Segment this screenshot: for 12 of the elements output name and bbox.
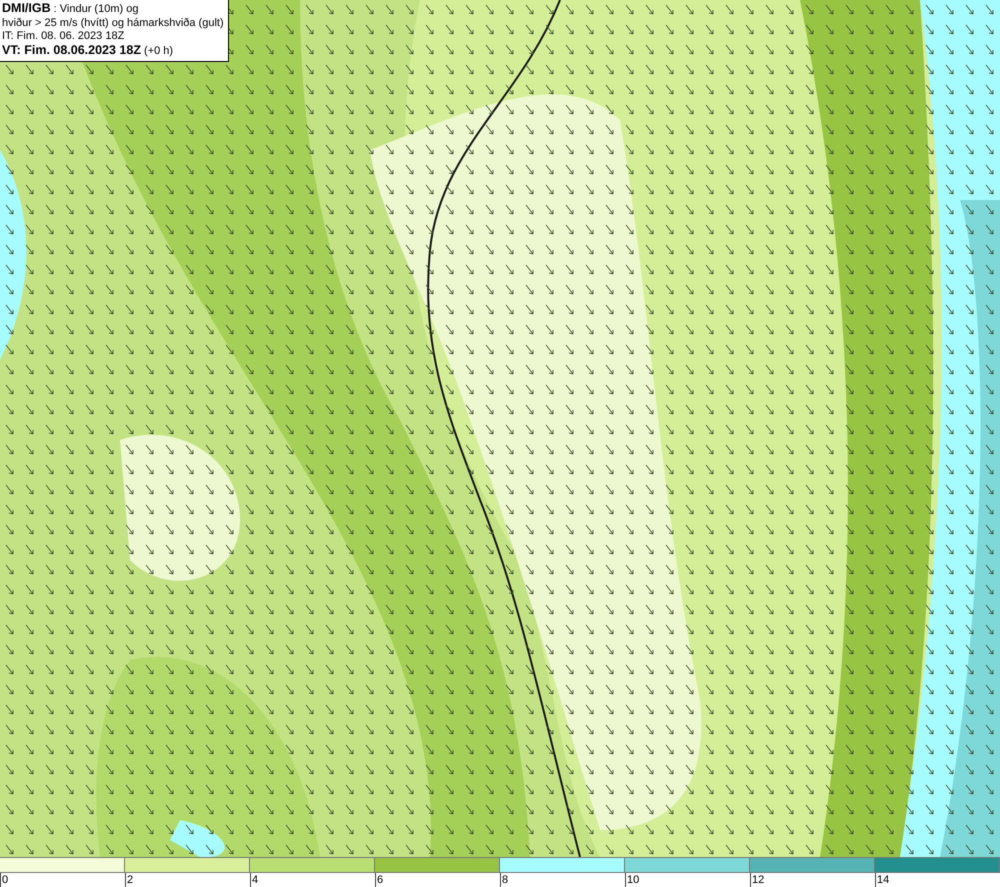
legend-tick-label: 14 <box>877 873 890 887</box>
legend-tick-label: 6 <box>377 873 384 887</box>
title-line: VT: Fim. 08.06.2023 18Z (+0 h) <box>2 44 174 58</box>
legend-tick-label: 0 <box>2 873 8 887</box>
legend-tick-label: 10 <box>627 873 640 887</box>
title-line: hviður > 25 m/s (hvítt) og hámarkshviða (gult) <box>2 16 224 30</box>
legend-tick-label: 2 <box>127 873 134 887</box>
legend-tick-label: 8 <box>502 873 508 887</box>
legend-tick-label: 12 <box>752 873 764 887</box>
title-line: DMI/IGB : Vindur (10m) og <box>2 2 140 16</box>
title-line: IT: Fim. 08. 06. 2023 18Z <box>2 30 126 44</box>
legend-tick-label: 4 <box>252 873 258 887</box>
